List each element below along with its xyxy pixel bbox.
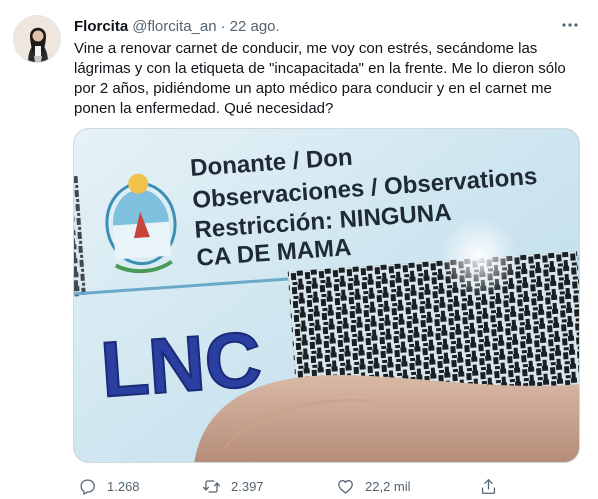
- tweet-media[interactable]: Donante / Don Observaciones / Observatio…: [73, 128, 580, 463]
- tweet-header: Florcita @florcita_an · 22 ago.: [74, 16, 280, 36]
- tweet[interactable]: Florcita @florcita_an · 22 ago. Vine a r…: [0, 0, 598, 499]
- avatar[interactable]: [13, 15, 61, 63]
- share-icon: [481, 478, 496, 494]
- avatar-image: [14, 16, 60, 62]
- share-button[interactable]: [479, 476, 498, 496]
- retweet-count: 2.397: [231, 478, 264, 494]
- tweet-timestamp[interactable]: 22 ago.: [230, 18, 280, 35]
- reply-count: 1.268: [107, 478, 140, 494]
- retweet-button[interactable]: 2.397: [202, 476, 264, 496]
- separator-dot: ·: [220, 17, 226, 35]
- reply-icon: [80, 479, 95, 495]
- like-button[interactable]: 22,2 mil: [336, 476, 411, 496]
- more-icon[interactable]: [559, 16, 581, 34]
- tweet-actions: 1.268 2.397 22,2 mil: [74, 476, 514, 496]
- like-count: 22,2 mil: [365, 478, 411, 494]
- license-photo: Donante / Don Observaciones / Observatio…: [74, 129, 579, 462]
- like-icon: [338, 479, 353, 493]
- user-handle[interactable]: @florcita_an: [132, 18, 216, 35]
- reply-button[interactable]: 1.268: [78, 476, 140, 496]
- tweet-text: Vine a renovar carnet de conducir, me vo…: [74, 40, 570, 117]
- display-name[interactable]: Florcita: [74, 18, 128, 35]
- retweet-icon: [202, 479, 221, 493]
